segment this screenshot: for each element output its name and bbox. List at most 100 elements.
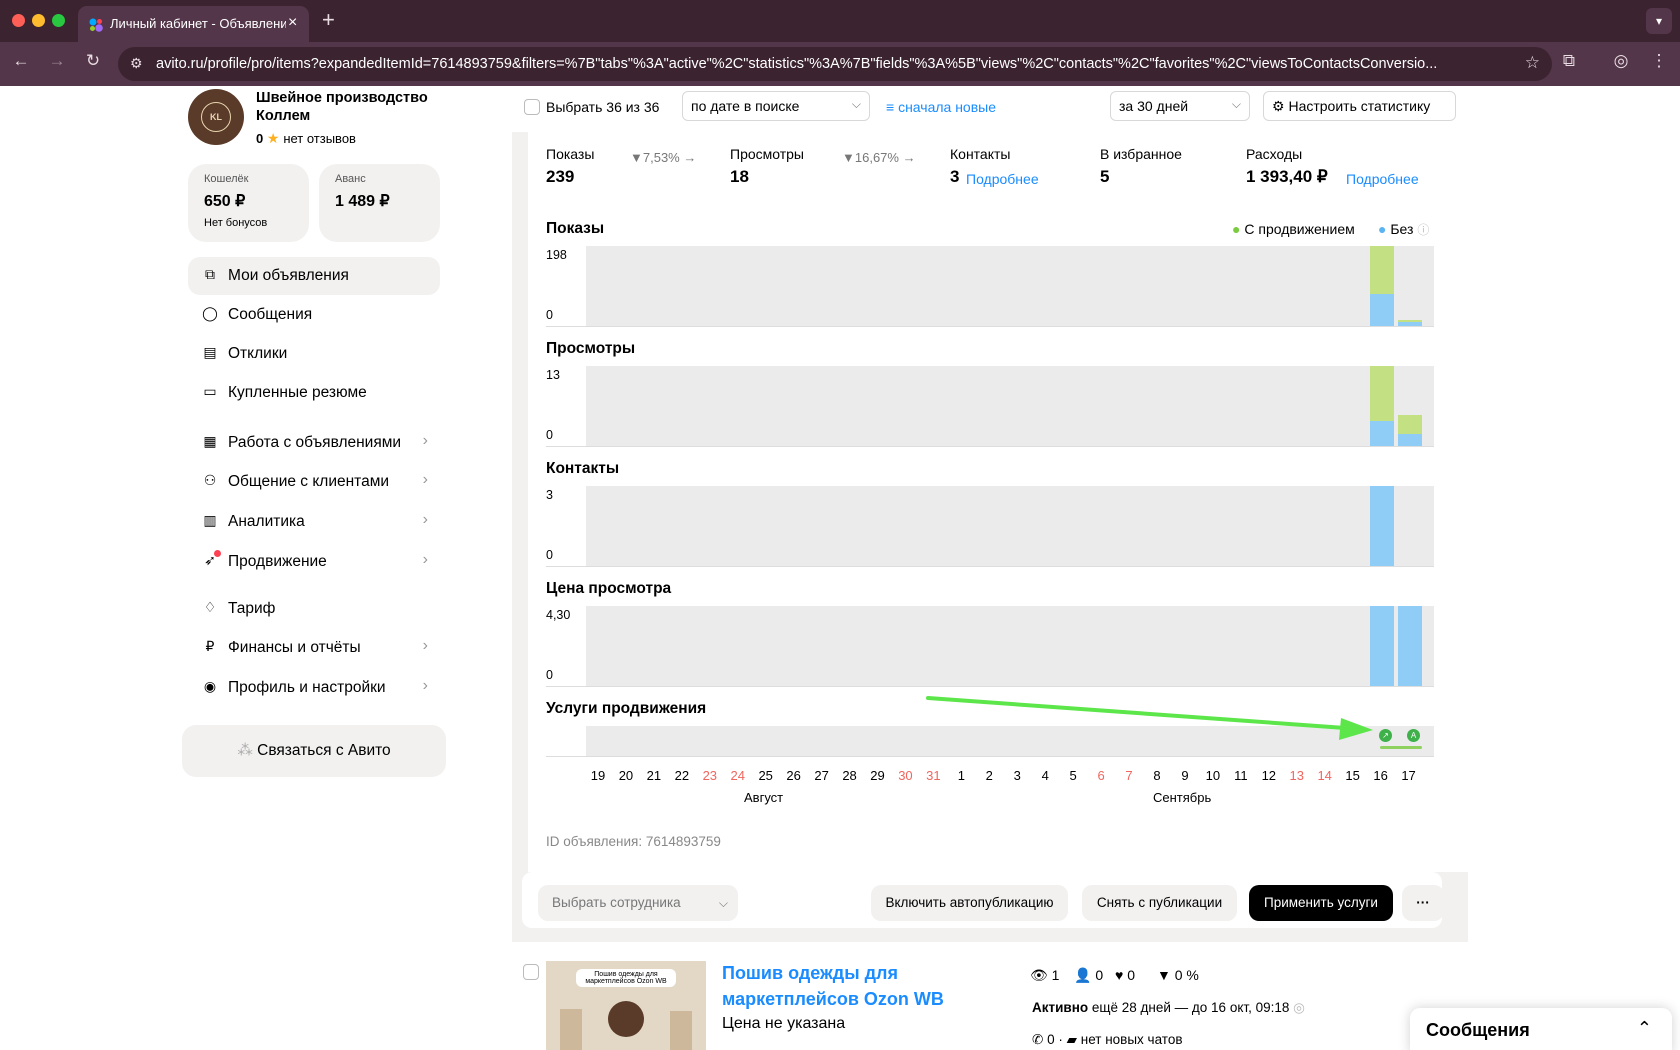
listing-id: ID объявления: 7614893759 [546, 834, 721, 849]
listings-toolbar: Выбрать 36 из 36 по дате в поиске ⌵ ≡ сна… [512, 86, 1468, 132]
contacts-details-link[interactable]: Подробнее [966, 171, 1039, 187]
promo-service-icon[interactable]: A [1407, 729, 1420, 742]
wallet-value: 650 ₽ [204, 193, 246, 210]
close-window-button[interactable] [12, 14, 25, 27]
advance-card[interactable]: Аванс 1 489 ₽ [319, 164, 440, 242]
sidebar-item-finance[interactable]: ₽ Финансы и отчёты › [188, 629, 440, 667]
timer-icon[interactable]: ◎ [1293, 1000, 1305, 1015]
forward-icon[interactable]: → [44, 51, 70, 71]
unpublish-button[interactable]: Снять с публикации [1082, 885, 1237, 921]
sidebar-item-tariff[interactable]: ♢ Тариф [188, 590, 440, 628]
legend-dot-icon: ● [1232, 221, 1241, 237]
sort-select[interactable]: по дате в поиске ⌵ [682, 91, 870, 121]
maximize-window-button[interactable] [52, 14, 65, 27]
tab-search-chevron-icon[interactable]: ▾ [1646, 8, 1672, 34]
month-label: Август [744, 790, 784, 805]
more-options-button[interactable]: ··· [1402, 885, 1444, 921]
chevron-up-icon[interactable]: ⌃ [1637, 1018, 1652, 1039]
phone-icon: ✆ [1032, 1032, 1044, 1047]
clients-icon: ⚇ [203, 472, 217, 488]
promo-services-title: Услуги продвижения [546, 700, 707, 717]
extensions-icon[interactable]: ⧉ [1556, 51, 1582, 71]
x-axis-day-label: 16 [1373, 768, 1388, 783]
tariff-icon: ♢ [203, 599, 217, 615]
x-axis-day-label: 9 [1181, 768, 1189, 783]
wallet-caption: Кошелёк [204, 173, 249, 185]
site-settings-icon[interactable]: ⚙ [130, 55, 143, 72]
sidebar-item-messages[interactable]: ◯ Сообщения [188, 296, 440, 334]
tab-close-icon[interactable]: × [288, 14, 297, 32]
period-select[interactable]: за 30 дней ⌵ [1110, 91, 1250, 121]
sidebar-item-my-listings[interactable]: ⧉ Мои объявления [188, 257, 440, 295]
listing-title-link[interactable]: Пошив одежды для маркетплейсов Ozon WB [722, 960, 982, 1012]
browser-menu-icon[interactable]: ⋮ [1646, 51, 1672, 71]
metric-views-trend[interactable]: ▼16,67% → [842, 150, 916, 165]
sidebar-item-promotion[interactable]: ➶ Продвижение › [188, 543, 440, 581]
x-axis-day-label: 20 [618, 768, 634, 783]
listing-status: Активно ещё 28 дней — до 16 окт, 09:18 ◎ [1032, 1000, 1305, 1015]
company-logo[interactable]: KL [188, 89, 244, 145]
employee-select[interactable]: Выбрать сотрудника ⌵ [538, 885, 738, 921]
sidebar-item-profile-settings[interactable]: ◉ Профиль и настройки › [188, 669, 440, 707]
apply-services-button[interactable]: Применить услуги [1249, 885, 1393, 921]
listing-actions: Выбрать сотрудника ⌵ Включить автопублика… [522, 872, 1444, 928]
expenses-details-link[interactable]: Подробнее [1346, 171, 1419, 187]
listing-price: Цена не указана [722, 1015, 846, 1032]
sidebar-item-responses[interactable]: ▤ Отклики [188, 335, 440, 373]
annotation-arrow-icon [926, 696, 1373, 740]
avito-favicon-icon [89, 18, 103, 32]
minimize-window-button[interactable] [32, 14, 45, 27]
x-axis-day-label: 5 [1069, 768, 1077, 783]
wallet-card[interactable]: Кошелёк 650 ₽ Нет бонусов [188, 164, 309, 242]
filter-lines-icon: ≡ [886, 99, 895, 115]
sidebar-item-resumes[interactable]: ▭ Купленные резюме [188, 374, 440, 412]
chart-baseline [546, 566, 1434, 567]
chevron-down-icon: ⌵ [718, 896, 728, 910]
metric-impressions-trend[interactable]: ▼7,53% → [630, 150, 696, 165]
company-name[interactable]: Швейное производство Коллем [256, 89, 446, 125]
sidebar-item-analytics[interactable]: ▥ Аналитика › [188, 503, 440, 541]
contact-avito-button[interactable]: ⁂ Связаться с Авито [182, 725, 446, 777]
x-axis-day-label: 2 [985, 768, 993, 783]
sort-order-toggle[interactable]: ≡ сначала новые [886, 99, 996, 115]
eye-icon: 👁 [1030, 967, 1048, 983]
funnel-icon: ▼ [630, 150, 643, 165]
back-icon[interactable]: ← [8, 51, 34, 71]
thumbnail-decor [670, 1011, 692, 1050]
select-all-label[interactable]: Выбрать 36 из 36 [546, 99, 659, 115]
chart-bar [1397, 606, 1422, 686]
browser-tab[interactable]: Личный кабинет - Объявления × [78, 6, 309, 42]
profile-icon[interactable]: ◎ [1608, 51, 1634, 71]
listing-thumbnail[interactable]: Пошив одежды для маркетплейсов Ozon WB [546, 961, 706, 1050]
autopublish-button[interactable]: Включить автопубликацию [871, 885, 1068, 921]
x-axis-day-label: 14 [1317, 768, 1332, 783]
chart-title: Просмотры [546, 340, 636, 357]
sidebar-item-clients[interactable]: ⚇ Общение с клиентами › [188, 463, 440, 501]
views-stat: 👁 1 [1030, 967, 1060, 983]
chevron-right-icon: › [422, 471, 428, 488]
configure-stats-button[interactable]: ⚙ Настроить статистику [1263, 91, 1456, 121]
messages-widget[interactable]: Сообщения ⌃ [1410, 1008, 1672, 1050]
rating[interactable]: 0 ★ нет отзывов [256, 130, 356, 147]
metric-impressions-label: Показы [546, 146, 595, 162]
bookmark-star-icon[interactable]: ☆ [1525, 53, 1540, 73]
reload-icon[interactable]: ↻ [80, 51, 106, 71]
x-axis-day-label: 8 [1153, 768, 1161, 783]
legend-organic[interactable]: ● Без ⓘ [1378, 221, 1429, 238]
listing-checkbox[interactable] [523, 964, 539, 980]
select-all-checkbox[interactable] [524, 99, 540, 115]
chart-bar [1369, 366, 1394, 422]
metric-views-label: Просмотры [730, 146, 804, 162]
address-bar[interactable]: ⚙ avito.ru/profile/pro/items?expandedIte… [118, 47, 1552, 81]
sidebar-item-listing-work[interactable]: ▦ Работа с объявлениями › [188, 424, 440, 462]
conversion-stat: ▼ 0 % [1157, 967, 1199, 983]
help-icon[interactable]: ⓘ [1417, 223, 1429, 237]
promo-service-icon[interactable]: ↗ [1379, 729, 1392, 742]
x-axis-day-label: 31 [926, 768, 941, 783]
new-tab-icon[interactable]: + [322, 7, 335, 33]
metric-expenses-label: Расходы [1246, 146, 1303, 162]
chart-baseline [546, 686, 1434, 687]
x-axis-day-label: 15 [1345, 768, 1360, 783]
legend-promoted[interactable]: ● С продвижением [1232, 221, 1355, 237]
url-text[interactable]: avito.ru/profile/pro/items?expandedItemI… [156, 56, 1496, 72]
